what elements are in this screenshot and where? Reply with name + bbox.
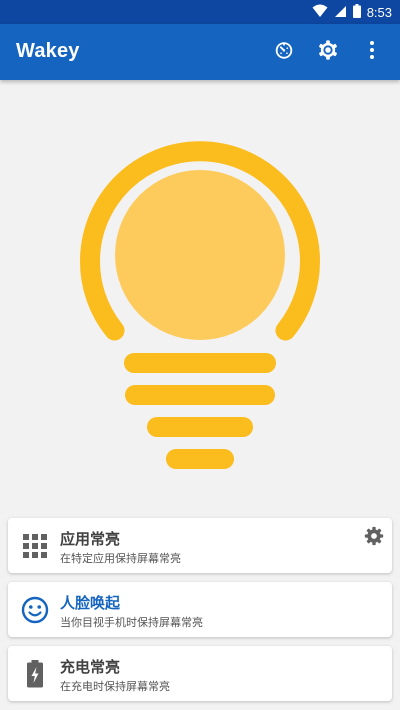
- cellular-signal-icon: [334, 3, 347, 22]
- app-bar: Wakey: [0, 24, 400, 80]
- status-time: 8:53: [366, 4, 392, 20]
- timer-icon: [273, 39, 295, 65]
- battery-charging-icon: [20, 659, 50, 689]
- wifi-icon: [312, 3, 328, 22]
- mode-card-apps[interactable]: 应用常亮 在特定应用保持屏幕常亮: [8, 518, 392, 573]
- overflow-menu-icon: [369, 40, 375, 64]
- mode-subtitle: 在充电时保持屏幕常亮: [60, 680, 170, 693]
- lightbulb-icon: [80, 141, 320, 469]
- mode-title: 人脸唤起: [60, 594, 121, 612]
- timer-button[interactable]: [262, 30, 306, 74]
- mode-card-charging[interactable]: 充电常亮 在充电时保持屏幕常亮: [8, 646, 392, 701]
- mode-title: 应用常亮: [60, 530, 121, 548]
- status-icons: 8:53: [312, 0, 392, 24]
- gear-icon: [364, 526, 384, 550]
- settings-button[interactable]: [306, 30, 350, 74]
- app-title: Wakey: [16, 40, 80, 62]
- mode-subtitle: 当你目视手机时保持屏幕常亮: [60, 616, 203, 629]
- mode-title: 充电常亮: [60, 658, 121, 676]
- overflow-menu-button[interactable]: [350, 30, 394, 74]
- status-bar: 8:53: [0, 0, 400, 24]
- apps-settings-button[interactable]: [362, 526, 386, 550]
- app-actions: [262, 24, 394, 80]
- mode-subtitle: 在特定应用保持屏幕常亮: [60, 552, 181, 565]
- battery-icon: [352, 3, 361, 22]
- mode-card-face[interactable]: 人脸唤起 当你目视手机时保持屏幕常亮: [8, 582, 392, 637]
- bulb-toggle[interactable]: [0, 80, 400, 510]
- face-icon: [20, 595, 50, 625]
- apps-grid-icon: [20, 531, 50, 561]
- settings-icon: [317, 39, 339, 65]
